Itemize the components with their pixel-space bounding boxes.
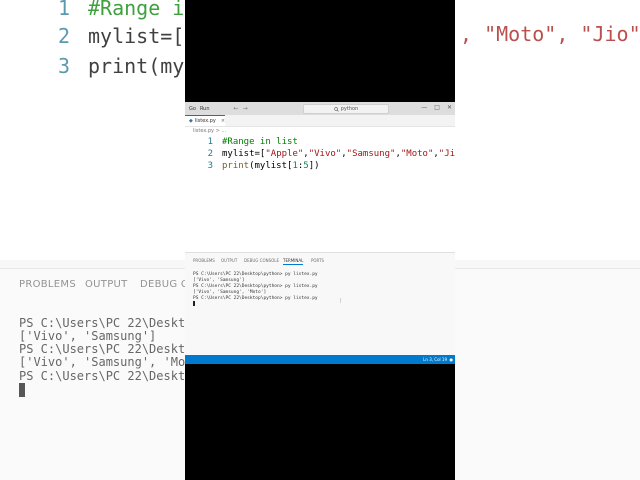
line-number: 2 <box>207 149 213 159</box>
terminal-line: ['Vivo', 'Samsung', 'Moto'] <box>193 290 267 295</box>
maximize-icon[interactable]: □ <box>434 104 440 111</box>
code-token: (mylist[ <box>249 161 293 171</box>
code-line-1[interactable]: #Range in list <box>222 137 298 147</box>
code-line-3[interactable]: print(mylist[1:5]) <box>222 161 320 171</box>
code-function: print <box>222 161 250 171</box>
tab-terminal[interactable]: TERMINAL <box>283 258 304 265</box>
terminal-line: ['Vivo', 'Samsung'] <box>193 278 245 283</box>
tab-problems[interactable]: PROBLEMS <box>193 258 215 263</box>
code-editor[interactable]: 1 #Range in list 2 mylist=["Apple","Vivo… <box>185 135 455 252</box>
line-number: 3 <box>207 161 213 171</box>
menu-go[interactable]: Go <box>189 106 196 112</box>
forward-arrow-icon[interactable]: → <box>243 105 248 112</box>
code-token: ]) <box>308 161 320 171</box>
back-arrow-icon[interactable]: ← <box>234 105 239 112</box>
terminal-line: PS C:\Users\PC 22\Desktop\python> py lis… <box>193 296 318 301</box>
code-line-2[interactable]: mylist=["Apple","Vivo","Samsung","Moto",… <box>222 149 455 159</box>
search-icon <box>333 106 339 112</box>
minimize-icon[interactable]: — <box>421 104 427 111</box>
line-number: 1 <box>207 137 213 147</box>
search-text: python <box>340 106 359 112</box>
command-center-search[interactable]: python <box>303 104 389 114</box>
vscode-window: Go Run ← → python — □ ✕ ◆ listex.py × li… <box>185 102 455 364</box>
mouse-ibeam-icon: ⊺ <box>339 298 343 305</box>
bottom-panel: PROBLEMS OUTPUT DEBUG CONSOLE TERMINAL P… <box>185 252 455 356</box>
tab-output[interactable]: OUTPUT <box>221 258 237 263</box>
notification-bell-icon[interactable]: ● <box>450 357 454 362</box>
cursor-position[interactable]: Ln 3, Col 19 <box>423 357 447 362</box>
terminal-cursor <box>193 301 195 306</box>
code-string: "Vivo" <box>308 149 342 159</box>
tab-ports[interactable]: PORTS <box>311 258 324 263</box>
terminal-line: PS C:\Users\PC 22\Desktop\python> py lis… <box>193 272 318 277</box>
editor-tab-bar: ◆ listex.py × <box>185 115 455 127</box>
window-controls: — □ ✕ <box>421 104 452 111</box>
code-comment: #Range in list <box>222 137 298 147</box>
terminal-line: PS C:\Users\PC 22\Desktop\python> py lis… <box>193 284 318 289</box>
close-window-icon[interactable]: ✕ <box>447 104 452 111</box>
tab-listex-py[interactable]: ◆ listex.py × <box>185 115 225 126</box>
python-file-icon: ◆ <box>189 118 193 124</box>
tab-label: listex.py <box>194 118 216 124</box>
code-token: mylist=[ <box>222 149 266 159</box>
code-string: "Samsung" <box>346 149 396 159</box>
menu-run[interactable]: Run <box>200 106 210 112</box>
breadcrumb[interactable]: listex.py > ... <box>193 128 226 134</box>
title-bar: Go Run ← → python — □ ✕ <box>185 102 455 115</box>
status-bar: Ln 3, Col 19 ● <box>185 355 455 364</box>
code-string: "Jio" <box>438 149 455 159</box>
code-string: "Apple" <box>265 149 304 159</box>
code-string: "Moto" <box>400 149 434 159</box>
tab-close-icon[interactable]: × <box>221 118 225 124</box>
tab-debug-console[interactable]: DEBUG CONSOLE <box>244 258 279 263</box>
